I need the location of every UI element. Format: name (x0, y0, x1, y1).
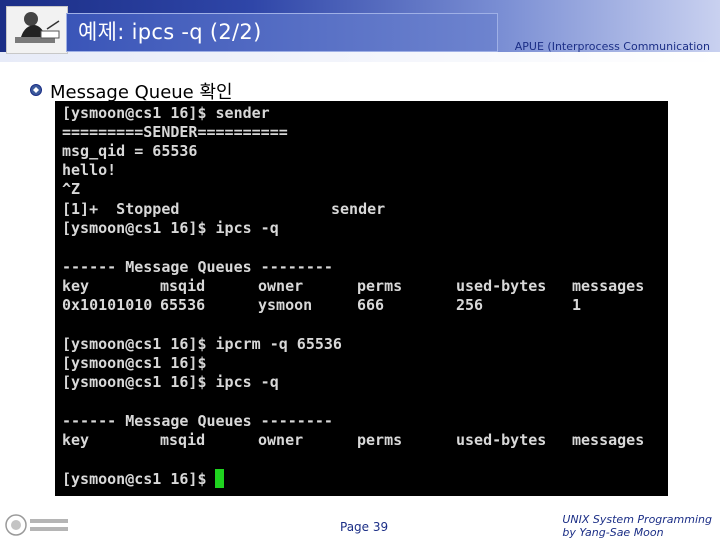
table-header: perms (357, 431, 403, 449)
table-header: used-bytes (456, 277, 547, 295)
header-divider (0, 52, 720, 62)
credit-course: UNIX System Programming (562, 513, 712, 526)
credit-author: by Yang-Sae Moon (562, 526, 664, 539)
table-header: msqid (160, 277, 206, 295)
table-header: owner (258, 277, 304, 295)
terminal-line: ------ Message Queues -------- (62, 412, 333, 430)
table-header: key (62, 277, 90, 295)
table-header: key (62, 431, 90, 449)
terminal-line: [ysmoon@cs1 16]$ ipcs -q (62, 373, 279, 391)
page-title: 예제: ipcs -q (2/2) (78, 20, 262, 44)
terminal-line: [ysmoon@cs1 16]$ ipcs -q (62, 219, 279, 237)
bullet-icon (29, 82, 43, 96)
table-cell: 666 (357, 296, 385, 314)
terminal-line: hello! (62, 161, 117, 179)
table-header: msqid (160, 431, 206, 449)
table-header: owner (258, 431, 304, 449)
table-header: used-bytes (456, 431, 547, 449)
terminal-line: [ysmoon@cs1 16]$ ipcrm -q 65536 (62, 335, 342, 353)
terminal-line: msg_qid = 65536 (62, 142, 198, 160)
table-cell: ysmoon (258, 296, 313, 314)
terminal-line: [ysmoon@cs1 16]$ (62, 354, 207, 372)
table-header: perms (357, 277, 403, 295)
table-cell: 256 (456, 296, 484, 314)
terminal-line: [ysmoon@cs1 16]$ sender (62, 104, 270, 122)
course-label: APUE (Interprocess Communication (514, 40, 710, 53)
table-header: messages (572, 277, 645, 295)
terminal-window: [ysmoon@cs1 16]$ sender =========SENDER=… (55, 101, 668, 496)
terminal-cursor (215, 469, 224, 488)
job-status: [1]+ Stopped (62, 200, 180, 218)
university-logo-icon (4, 512, 72, 538)
terminal-line: ^Z (62, 180, 81, 198)
page-number: Page 39 (340, 520, 389, 534)
table-cell: 65536 (160, 296, 206, 314)
table-cell: 1 (572, 296, 582, 314)
terminal-prompt[interactable]: [ysmoon@cs1 16]$ (62, 470, 216, 488)
terminal-line: ------ Message Queues -------- (62, 258, 333, 276)
table-cell: 0x10101010 (62, 296, 153, 314)
footer-credit: UNIX System Programming by Yang-Sae Moon (562, 513, 712, 539)
job-command: sender (331, 200, 386, 218)
presenter-logo-icon (6, 6, 68, 54)
terminal-line: =========SENDER========== (62, 123, 288, 141)
table-header: messages (572, 431, 645, 449)
